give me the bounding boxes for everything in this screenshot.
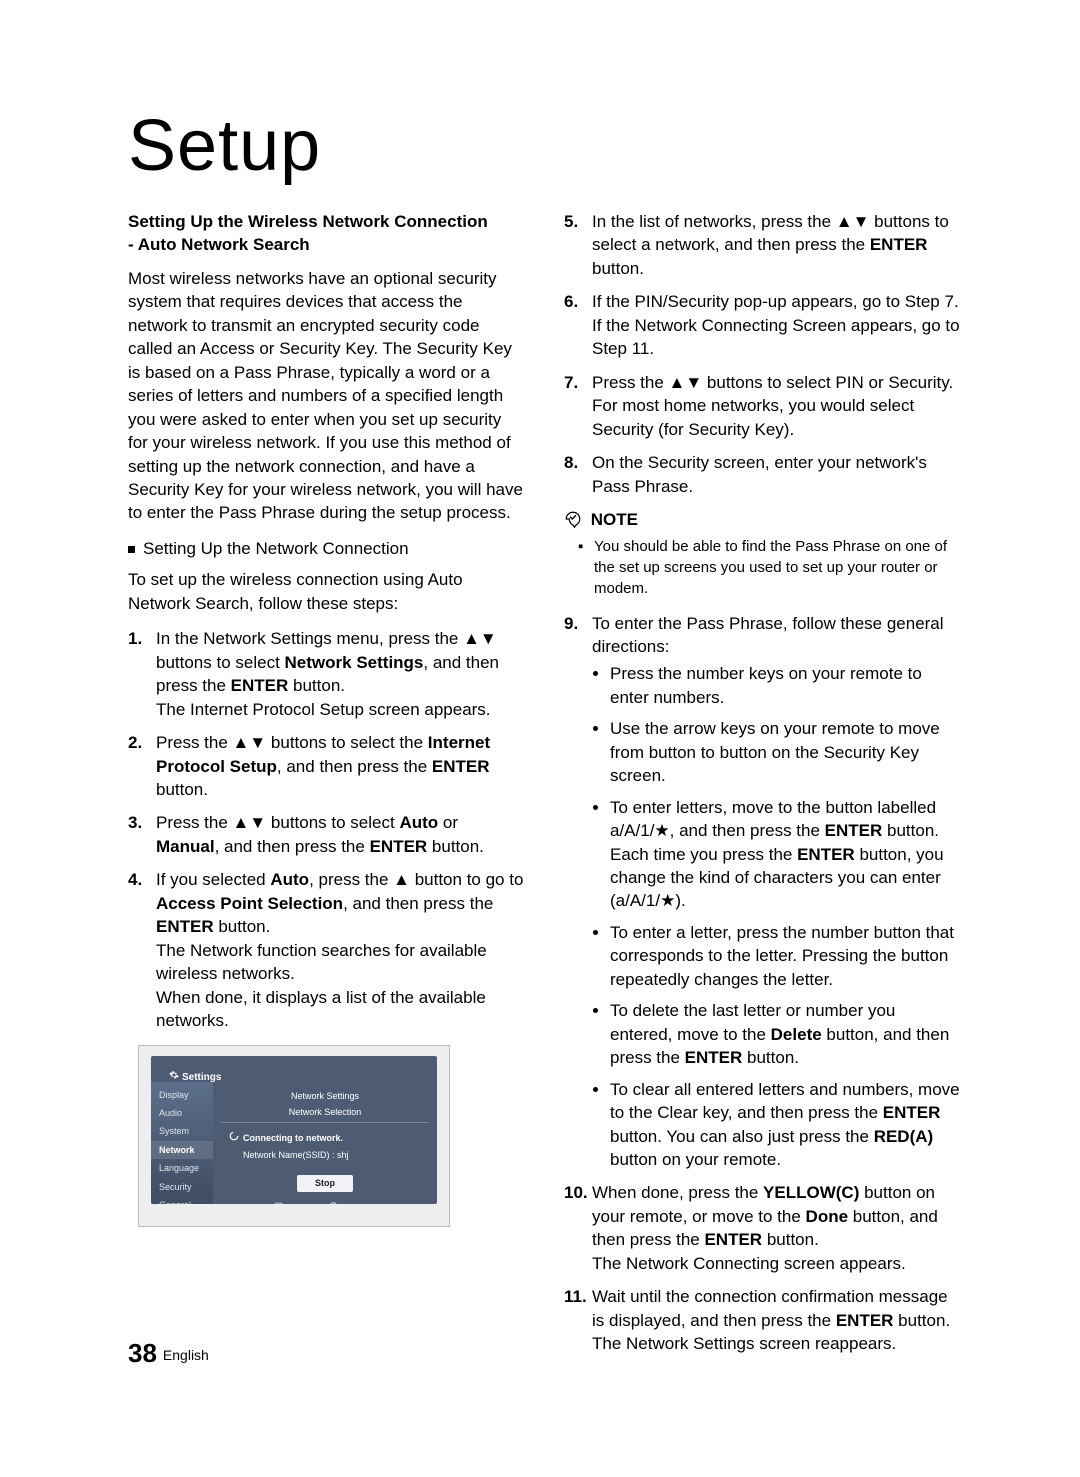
- page-title: Setup: [128, 110, 960, 182]
- note-icon: [564, 510, 591, 529]
- note-heading: NOTE: [564, 508, 960, 531]
- step-8: On the Security screen, enter your netwo…: [564, 451, 960, 498]
- page-language: English: [163, 1347, 209, 1363]
- step-10: When done, press the YELLOW(C) button on…: [564, 1181, 960, 1275]
- figure-sidebar: Display Audio System Network Language Se…: [151, 1082, 213, 1204]
- figure-side-network: Network: [151, 1141, 213, 1159]
- page-number: 38: [128, 1338, 157, 1368]
- left-column: Setting Up the Wireless Network Connecti…: [128, 210, 524, 1366]
- step-2: Press the ▲▼ buttons to select the Inter…: [128, 731, 524, 801]
- step-9-bullets: Press the number keys on your remote to …: [592, 662, 960, 1171]
- note-item: You should be able to find the Pass Phra…: [594, 537, 960, 599]
- right-column: In the list of networks, press the ▲▼ bu…: [564, 210, 960, 1366]
- figure-title-network-selection: Network Selection: [221, 1106, 429, 1123]
- bullet-square-icon: [128, 546, 135, 553]
- return-icon: [329, 1203, 341, 1204]
- figure-stop-button: Stop: [297, 1175, 353, 1191]
- step-5: In the list of networks, press the ▲▼ bu…: [564, 210, 960, 280]
- figure-footer: Select Return: [221, 1202, 429, 1204]
- figure-side-language: Language: [151, 1159, 213, 1177]
- bullet-numbers: Press the number keys on your remote to …: [610, 662, 960, 709]
- bullet-clear: To clear all entered letters and numbers…: [610, 1078, 960, 1172]
- note-bullets: You should be able to find the Pass Phra…: [564, 537, 960, 599]
- bullet-delete: To delete the last letter or number you …: [610, 999, 960, 1069]
- figure-header: Settings: [169, 1070, 221, 1085]
- figure-side-general: General: [151, 1196, 213, 1204]
- intro-paragraph: Most wireless networks have an optional …: [128, 267, 524, 525]
- step-9: To enter the Pass Phrase, follow these g…: [564, 612, 960, 1172]
- step-3: Press the ▲▼ buttons to select Auto or M…: [128, 811, 524, 858]
- enter-icon: [274, 1203, 286, 1204]
- section-heading: Setting Up the Wireless Network Connecti…: [128, 210, 524, 257]
- figure-connecting-row: Connecting to network.: [221, 1123, 429, 1146]
- figure-side-audio: Audio: [151, 1104, 213, 1122]
- bullet-letter-cycle: To enter a letter, press the number butt…: [610, 921, 960, 991]
- bullet-letters-mode: To enter letters, move to the button lab…: [610, 796, 960, 913]
- step-1: In the Network Settings menu, press the …: [128, 627, 524, 721]
- figure-side-system: System: [151, 1122, 213, 1140]
- step-4: If you selected Auto, press the ▲ button…: [128, 868, 524, 1032]
- spinner-icon: [229, 1131, 239, 1144]
- steps-list-5-8: In the list of networks, press the ▲▼ bu…: [564, 210, 960, 498]
- figure-main-panel: Network Settings Network Selection Conne…: [213, 1082, 437, 1204]
- lead-in-text: To set up the wireless connection using …: [128, 568, 524, 615]
- figure-ssid-row: Network Name(SSID) : shj: [221, 1147, 429, 1167]
- step-7: Press the ▲▼ buttons to select PIN or Se…: [564, 371, 960, 441]
- page-footer: 38 English: [128, 1338, 209, 1369]
- settings-screen-figure: Settings Display Audio System Network La…: [138, 1045, 450, 1227]
- steps-list-1-4: In the Network Settings menu, press the …: [128, 627, 524, 1032]
- bullet-arrows: Use the arrow keys on your remote to mov…: [610, 717, 960, 787]
- steps-list-9-11: To enter the Pass Phrase, follow these g…: [564, 612, 960, 1356]
- figure-side-display: Display: [151, 1086, 213, 1104]
- step-11: Wait until the connection confirmation m…: [564, 1285, 960, 1355]
- subsection-label: Setting Up the Network Connection: [128, 537, 524, 560]
- figure-title-network-settings: Network Settings: [221, 1090, 429, 1102]
- gear-icon: [169, 1070, 179, 1085]
- figure-side-security: Security: [151, 1178, 213, 1196]
- step-6: If the PIN/Security pop-up appears, go t…: [564, 290, 960, 360]
